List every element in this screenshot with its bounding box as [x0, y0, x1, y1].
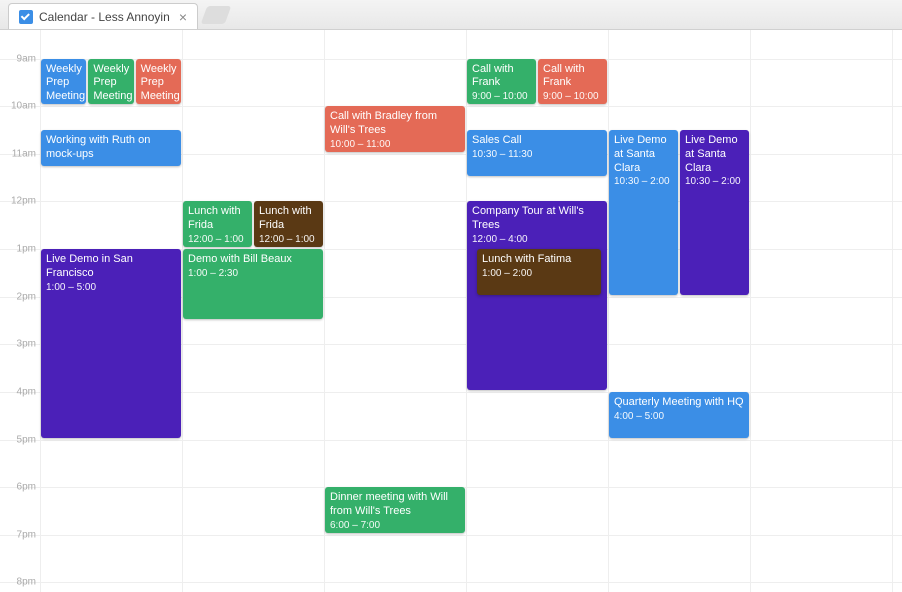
calendar-event-nested[interactable]: Lunch with Fatima1:00 – 2:00: [477, 249, 601, 295]
event-time: 10:30 – 2:00: [685, 176, 744, 189]
calendar-event[interactable]: Live Demo in San Francisco1:00 – 5:00: [41, 249, 181, 438]
calendar-event[interactable]: Company Tour at Will's Trees12:00 – 4:00…: [467, 201, 607, 390]
calendar-event[interactable]: Live Demo at Santa Clara10:30 – 2:00: [609, 130, 678, 295]
event-time: 6:00 – 7:00: [330, 520, 460, 533]
event-time: 1:00 – 2:30: [188, 268, 318, 281]
time-label: 6pm: [17, 482, 36, 493]
calendar: 9am10am11am12pm1pm2pm3pm4pm5pm6pm7pm8pm …: [0, 30, 902, 592]
grid-day-line: [750, 30, 751, 592]
calendar-event[interactable]: Call with Frank9:00 – 10:00: [538, 59, 607, 105]
tab-title: Calendar - Less Annoyin: [39, 10, 170, 24]
calendar-event[interactable]: Quarterly Meeting with HQ4:00 – 5:00: [609, 392, 749, 438]
event-title: Lunch with Fatima: [482, 253, 596, 267]
calendar-event[interactable]: Lunch with Frida12:00 – 1:00: [254, 201, 323, 247]
event-title: Quarterly Meeting with HQ: [614, 396, 744, 410]
event-time: 10:30 – 11:30: [472, 149, 602, 162]
event-title: Lunch with Frida: [188, 205, 247, 233]
app-icon: [19, 10, 33, 24]
time-label: 12pm: [11, 196, 36, 207]
time-label: 9am: [17, 53, 36, 64]
event-time: 12:00 – 1:00: [188, 234, 247, 247]
event-title: Working with Ruth on mock-ups: [46, 134, 176, 162]
calendar-event[interactable]: Dinner meeting with Will from Will's Tre…: [325, 487, 465, 533]
grid-day-line: [892, 30, 893, 592]
calendar-event[interactable]: Weekly Prep Meeting9:00 –: [41, 59, 86, 105]
event-time: 12:00 – 4:00: [472, 234, 602, 247]
event-title: Company Tour at Will's Trees: [472, 205, 602, 233]
event-time: 12:00 – 1:00: [259, 234, 318, 247]
calendar-event[interactable]: Weekly Prep Meeting9:00 –: [88, 59, 133, 105]
event-title: Demo with Bill Beaux: [188, 253, 318, 267]
time-label: 11am: [12, 148, 36, 159]
grid-day-line: [608, 30, 609, 592]
event-title: Sales Call: [472, 134, 602, 148]
event-title: Live Demo at Santa Clara: [685, 134, 744, 175]
event-title: Call with Frank: [472, 63, 531, 91]
calendar-event[interactable]: Call with Frank9:00 – 10:00: [467, 59, 536, 105]
time-label: 4pm: [17, 386, 36, 397]
event-time: 10:00 – 11:00: [330, 139, 460, 152]
time-label: 7pm: [17, 529, 36, 540]
calendar-event[interactable]: Working with Ruth on mock-ups: [41, 130, 181, 166]
new-tab-button[interactable]: [201, 6, 232, 24]
time-label: 2pm: [17, 291, 36, 302]
grid-hour-line: [0, 201, 902, 202]
close-icon[interactable]: ×: [179, 10, 187, 24]
time-label: 1pm: [17, 244, 36, 255]
calendar-event[interactable]: Weekly Prep Meeting9:00 –: [136, 59, 181, 105]
calendar-event[interactable]: Sales Call10:30 – 11:30: [467, 130, 607, 176]
event-time: 9:00 – 10:00: [543, 91, 602, 104]
event-title: Weekly Prep Meeting: [93, 63, 128, 104]
event-title: Live Demo at Santa Clara: [614, 134, 673, 175]
event-title: Dinner meeting with Will from Will's Tre…: [330, 491, 460, 519]
event-title: Call with Bradley from Will's Trees: [330, 110, 460, 138]
calendar-event[interactable]: Call with Bradley from Will's Trees10:00…: [325, 106, 465, 152]
calendar-event[interactable]: Demo with Bill Beaux1:00 – 2:30: [183, 249, 323, 318]
time-column: 9am 10am 11am 12pm 1pm 2pm 3pm 4pm 5pm 6pm 7pm 8pm: [0, 30, 40, 592]
grid-hour-line: [0, 440, 902, 441]
browser-tab-bar: Calendar - Less Annoyin ×: [0, 0, 902, 30]
time-label: 5pm: [17, 434, 36, 445]
time-label: 3pm: [17, 339, 36, 350]
calendar-event[interactable]: Live Demo at Santa Clara10:30 – 2:00: [680, 130, 749, 295]
event-title: Weekly Prep Meeting: [141, 63, 176, 104]
grid-hour-line: [0, 582, 902, 583]
event-time: 1:00 – 5:00: [46, 282, 176, 295]
grid-hour-line: [0, 59, 902, 60]
grid-hour-line: [0, 535, 902, 536]
calendar-event[interactable]: Lunch with Frida12:00 – 1:00: [183, 201, 252, 247]
event-time: 1:00 – 2:00: [482, 268, 596, 281]
event-title: Lunch with Frida: [259, 205, 318, 233]
event-time: 10:30 – 2:00: [614, 176, 673, 189]
event-title: Call with Frank: [543, 63, 602, 91]
event-time: 4:00 – 5:00: [614, 411, 744, 424]
time-label: 10am: [11, 101, 36, 112]
event-title: Live Demo in San Francisco: [46, 253, 176, 281]
event-time: 9:00 – 10:00: [472, 91, 531, 104]
event-title: Weekly Prep Meeting: [46, 63, 81, 104]
browser-tab[interactable]: Calendar - Less Annoyin ×: [8, 3, 198, 29]
time-label: 8pm: [17, 577, 36, 588]
